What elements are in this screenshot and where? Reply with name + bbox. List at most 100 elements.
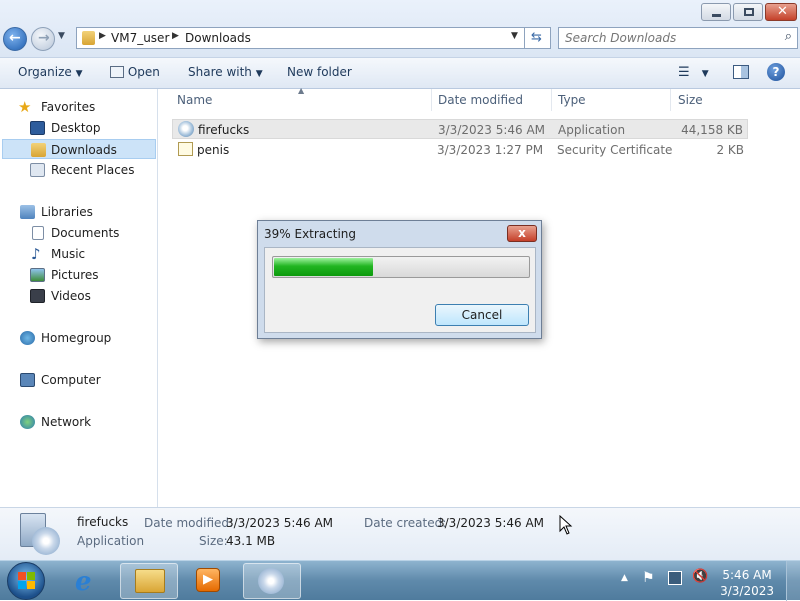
media-player-icon: ▶ <box>196 568 220 592</box>
extracting-dialog: 39% Extracting x Cancel <box>257 220 542 339</box>
column-divider[interactable] <box>551 89 552 111</box>
details-file-type: Application <box>77 534 145 548</box>
taskbar: e ▶ ▲ ⚑ 🔇 5:46 AM 3/3/2023 <box>0 560 800 601</box>
start-button[interactable] <box>7 562 45 600</box>
sort-ascending-icon: ▲ <box>298 86 305 95</box>
nav-libraries-label: Libraries <box>41 205 93 219</box>
nav-documents-label: Documents <box>51 226 120 240</box>
search-icon[interactable]: ⌕ <box>785 29 792 44</box>
nav-computer[interactable]: Computer <box>18 370 172 390</box>
volume-muted-icon[interactable]: 🔇 <box>692 569 708 584</box>
minimize-button[interactable] <box>701 3 731 21</box>
folder-icon <box>82 31 95 45</box>
nav-homegroup[interactable]: Homegroup <box>18 328 172 348</box>
computer-icon <box>20 373 35 387</box>
preview-pane-icon <box>741 66 748 78</box>
nav-desktop-label: Desktop <box>51 121 101 135</box>
open-icon <box>110 66 124 78</box>
file-type: Security Certificate <box>557 143 673 157</box>
star-icon: ★ <box>18 98 32 116</box>
arrow-left-icon: ← <box>9 30 21 46</box>
forward-button[interactable]: → <box>31 27 55 51</box>
chevron-down-icon: ▼ <box>255 69 263 79</box>
minimize-icon <box>712 14 721 17</box>
nav-pictures-label: Pictures <box>51 268 99 282</box>
column-divider[interactable] <box>670 89 671 111</box>
preview-pane-button[interactable] <box>733 65 749 79</box>
explorer-folder-icon <box>135 569 165 593</box>
nav-favorites[interactable]: ★ Favorites <box>18 97 172 117</box>
back-button[interactable]: ← <box>3 27 27 51</box>
chevron-down-icon: ▼ <box>75 69 83 79</box>
nav-downloads[interactable]: Downloads <box>2 139 156 159</box>
column-header-name[interactable]: Name <box>177 93 212 107</box>
nav-favorites-label: Favorites <box>41 100 96 114</box>
nav-computer-label: Computer <box>41 373 101 387</box>
column-header-type[interactable]: Type <box>558 93 586 107</box>
chevron-down-icon: ▼ <box>701 69 709 79</box>
details-file-name: firefucks <box>77 515 129 529</box>
taskbar-windows-explorer[interactable] <box>120 563 178 599</box>
breadcrumb-vm7-user[interactable]: VM7_user <box>111 31 169 45</box>
breadcrumb-separator-icon: ▶ <box>172 31 179 41</box>
show-hidden-icons-button[interactable]: ▲ <box>621 573 628 583</box>
taskbar-media-player[interactable]: ▶ <box>180 563 238 599</box>
close-window-button[interactable]: ✕ <box>765 3 797 21</box>
details-date-modified-label: Date modified: <box>144 516 234 530</box>
action-center-flag-icon[interactable]: ⚑ <box>642 570 655 586</box>
recent-pages-chevron-icon[interactable]: ▼ <box>58 31 65 41</box>
file-date-modified: 3/3/2023 1:27 PM <box>437 143 544 157</box>
downloads-folder-icon <box>31 143 46 157</box>
help-button[interactable]: ? <box>767 63 785 81</box>
nav-homegroup-label: Homegroup <box>41 331 112 345</box>
column-divider[interactable] <box>431 89 432 111</box>
dialog-close-button[interactable]: x <box>507 225 537 242</box>
nav-libraries[interactable]: Libraries <box>18 202 172 222</box>
taskbar-internet-explorer[interactable]: e <box>60 563 118 599</box>
music-icon: ♪ <box>31 245 41 263</box>
view-list-icon: ☰ <box>678 65 690 80</box>
windows-logo-icon <box>27 581 35 589</box>
address-dropdown-icon[interactable]: ▼ <box>511 31 518 41</box>
taskbar-installer[interactable] <box>243 563 301 599</box>
address-bar[interactable]: ▶ VM7_user ▶ Downloads ▼ <box>76 27 525 49</box>
open-button[interactable]: Open <box>110 65 160 79</box>
file-row[interactable]: firefucks 3/3/2023 5:46 AM Application 4… <box>172 119 748 139</box>
navigation-pane: ★ Favorites Desktop Downloads Recent Pla… <box>0 89 158 507</box>
file-row[interactable]: penis 3/3/2023 1:27 PM Security Certific… <box>172 140 748 160</box>
details-date-created: 3/3/2023 5:46 AM <box>437 516 545 530</box>
restore-button[interactable] <box>733 3 763 21</box>
windows-logo-icon <box>27 572 35 580</box>
breadcrumb-downloads[interactable]: Downloads <box>185 31 251 45</box>
column-header-date-modified[interactable]: Date modified <box>438 93 523 107</box>
installer-icon <box>178 121 194 137</box>
change-view-button[interactable]: ☰ ▼ <box>678 65 709 80</box>
libraries-icon <box>20 205 35 219</box>
details-size: 43.1 MB <box>226 534 276 548</box>
videos-icon <box>30 289 45 303</box>
file-size: 2 KB <box>716 143 744 157</box>
network-status-icon[interactable] <box>668 571 682 585</box>
nav-downloads-label: Downloads <box>51 143 117 157</box>
arrow-right-icon: → <box>38 30 50 46</box>
close-icon: x <box>518 226 526 240</box>
desktop-icon <box>30 121 45 135</box>
new-folder-button[interactable]: New folder <box>287 65 352 79</box>
nav-network[interactable]: Network <box>18 412 172 432</box>
dialog-title: 39% Extracting <box>264 227 357 241</box>
cancel-button[interactable]: Cancel <box>435 304 529 326</box>
show-desktop-button[interactable] <box>786 561 800 601</box>
clock-time: 5:46 AM <box>722 568 772 582</box>
share-with-button[interactable]: Share with ▼ <box>188 65 263 79</box>
homegroup-icon <box>20 331 35 345</box>
search-box[interactable]: ⌕ <box>558 27 798 49</box>
column-header-size[interactable]: Size <box>678 93 703 107</box>
pictures-icon <box>30 268 45 282</box>
search-input[interactable] <box>565 31 765 45</box>
new-folder-label: New folder <box>287 65 352 79</box>
details-size-label: Size: <box>199 534 228 548</box>
taskbar-clock[interactable]: 5:46 AM 3/3/2023 <box>720 567 774 599</box>
organize-button[interactable]: Organize ▼ <box>18 65 83 79</box>
file-name: penis <box>197 143 230 157</box>
refresh-button[interactable]: ⇆ <box>525 27 551 49</box>
